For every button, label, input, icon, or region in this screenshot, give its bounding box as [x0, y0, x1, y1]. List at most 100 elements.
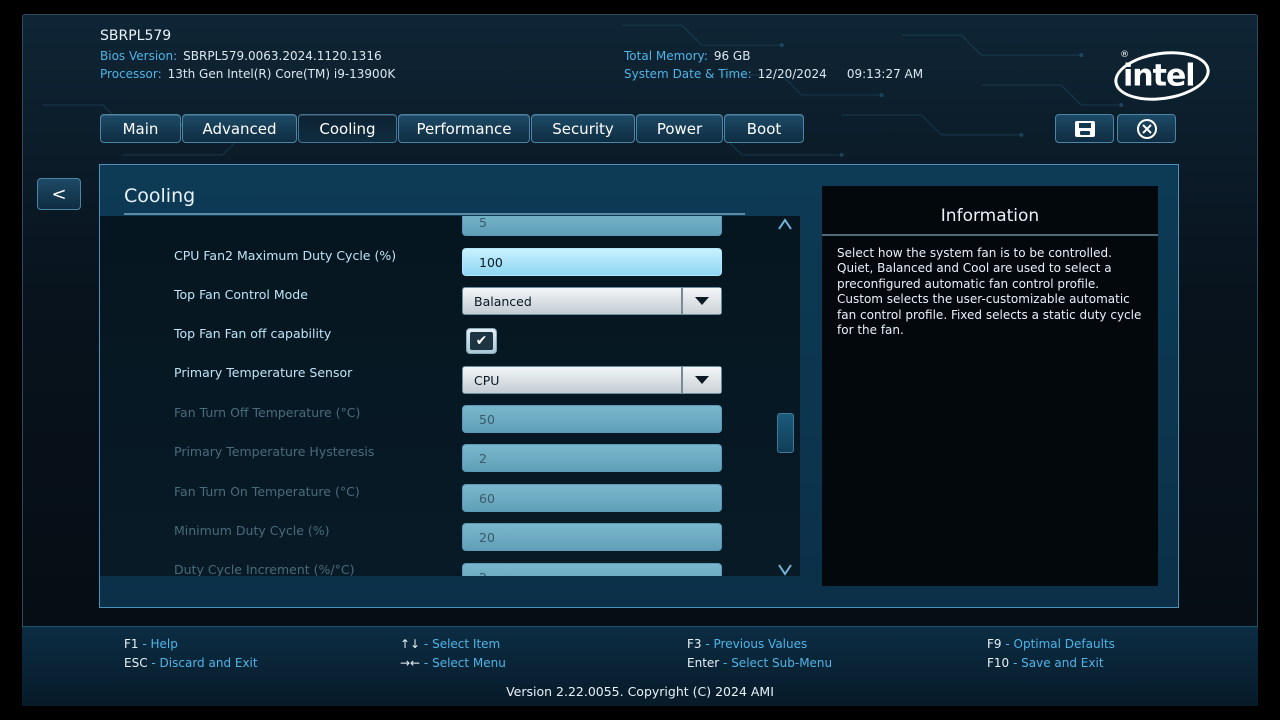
tab-main[interactable]: Main — [100, 114, 181, 143]
hotkey-f3: F3 - Previous Values — [687, 637, 807, 651]
chevron-up-icon — [778, 218, 792, 230]
processor-value: 13th Gen Intel(R) Core(TM) i9-13900K — [167, 67, 396, 81]
primary-temp-sensor-value: CPU — [474, 372, 500, 388]
hotkey-desc: Save and Exit — [1021, 656, 1104, 670]
title-divider — [124, 213, 745, 215]
cpu-fan2-max-duty-input[interactable]: 100 — [462, 248, 722, 276]
check-icon: ✔ — [470, 332, 493, 350]
scroll-up-arrow[interactable] — [778, 218, 792, 234]
hotkey-f10: F10 - Save and Exit — [987, 656, 1104, 670]
fan-turn-on-temp-input[interactable]: 60 — [462, 484, 722, 512]
memory-value: 96 GB — [713, 49, 751, 63]
circuit-background — [42, 24, 1124, 157]
hotkey-sep: - — [138, 637, 151, 651]
hotkey-key: →← — [400, 656, 421, 670]
bios-version-label: Bios Version: — [100, 49, 178, 63]
top-fan-control-mode-select[interactable]: Balanced — [462, 287, 722, 315]
hotkey-enter: Enter - Select Sub-Menu — [687, 656, 832, 670]
top-fan-off-capability-checkbox[interactable]: ✔ — [466, 328, 497, 354]
hotkey-key: F10 — [987, 656, 1010, 670]
hotkey-desc: Discard and Exit — [159, 656, 258, 670]
hotkey-left-right: →← - Select Menu — [400, 656, 506, 670]
hotkey-sep: - — [701, 637, 714, 651]
setting-label-cpu-fan2-max-duty: CPU Fan2 Maximum Duty Cycle (%) — [174, 248, 397, 263]
back-button[interactable]: < — [37, 178, 81, 210]
information-divider — [822, 234, 1158, 236]
exit-button[interactable] — [1117, 114, 1176, 143]
setting-label-top-fan-off-capability: Top Fan Fan off capability — [174, 326, 332, 341]
chevron-down-icon — [695, 297, 709, 305]
setting-label-fan-turn-off-temp: Fan Turn Off Temperature (°C) — [174, 405, 361, 420]
setting-label-top-fan-control-mode: Top Fan Control Mode — [174, 287, 308, 302]
hotkey-up-down: ↑↓ - Select Item — [400, 637, 500, 651]
hotkey-sep: - — [1009, 656, 1022, 670]
setting-label-primary-temp-hysteresis: Primary Temperature Hysteresis — [174, 444, 375, 459]
settings-list: 5 CPU Fan2 Maximum Duty Cycle (%) 100 To… — [100, 216, 800, 576]
primary-temp-sensor-select[interactable]: CPU — [462, 366, 722, 394]
hotkey-key: F3 — [687, 637, 702, 651]
datetime-label: System Date & Time: — [624, 67, 752, 81]
hotkey-desc: Select Sub-Menu — [731, 656, 833, 670]
system-datetime: System Date & Time: 12/20/2024 09:13:27 AM — [624, 67, 923, 81]
scroll-down-arrow[interactable] — [778, 564, 792, 580]
hotkey-desc: Optimal Defaults — [1013, 637, 1115, 651]
scrollbar-thumb[interactable] — [777, 413, 794, 453]
fan-turn-off-temp-input[interactable]: 50 — [462, 405, 722, 433]
hotkey-sep: - — [420, 656, 433, 670]
chevron-down-icon — [695, 376, 709, 384]
hotkey-f9: F9 - Optimal Defaults — [987, 637, 1115, 651]
hotkey-sep: - — [420, 637, 433, 651]
tab-cooling[interactable]: Cooling — [298, 114, 397, 143]
primary-temp-hysteresis-input[interactable]: 2 — [462, 444, 722, 472]
intel-logo-reg: ® — [1120, 50, 1129, 61]
hotkey-desc: Previous Values — [713, 637, 808, 651]
hotkey-sep: - — [147, 656, 160, 670]
bios-version: Bios Version: SBRPL579.0063.2024.1120.131… — [100, 49, 382, 63]
hotkey-esc: ESC - Discard and Exit — [124, 656, 258, 670]
tab-advanced[interactable]: Advanced — [182, 114, 297, 143]
setting-label-fan-turn-on-temp: Fan Turn On Temperature (°C) — [174, 484, 360, 499]
hotkey-key: F9 — [987, 637, 1002, 651]
information-pane: Information Select how the system fan is… — [822, 186, 1158, 586]
duty-cycle-increment-input[interactable]: 2 — [462, 563, 722, 576]
hotkey-key: ESC — [124, 656, 148, 670]
board-model: SBRPL579 — [100, 28, 172, 44]
hotkey-f1: F1 - Help — [124, 637, 178, 651]
chevron-down-icon — [778, 564, 792, 576]
bios-version-value: SBRPL579.0063.2024.1120.1316 — [183, 49, 382, 63]
minimum-duty-cycle-input[interactable]: 20 — [462, 523, 722, 551]
hotkey-key: ↑↓ — [400, 637, 421, 651]
total-memory: Total Memory: 96 GB — [624, 49, 750, 63]
hotkey-desc: Help — [150, 637, 178, 651]
page-title: Cooling — [124, 185, 196, 207]
tab-power[interactable]: Power — [636, 114, 723, 143]
hotkey-sep: - — [719, 656, 732, 670]
version-copyright: Version 2.22.0055. Copyright (C) 2024 AM… — [506, 684, 774, 699]
time-value: 09:13:27 AM — [846, 67, 924, 81]
hotkey-desc: Select Menu — [432, 656, 506, 670]
setting-label-minimum-duty-cycle: Minimum Duty Cycle (%) — [174, 523, 330, 538]
information-text: Select how the system fan is to be contr… — [837, 246, 1142, 338]
setting-label-duty-cycle-increment: Duty Cycle Increment (%/°C) — [174, 562, 355, 576]
intel-logo-text: intel — [1122, 58, 1195, 94]
save-button[interactable] — [1055, 114, 1114, 143]
tab-performance[interactable]: Performance — [398, 114, 530, 143]
processor-info: Processor: 13th Gen Intel(R) Core(TM) i9-… — [100, 67, 395, 81]
processor-label: Processor: — [100, 67, 162, 81]
hotkey-key: F1 — [124, 637, 139, 651]
dropdown-button[interactable] — [681, 367, 721, 393]
save-icon — [1074, 120, 1095, 137]
close-circle-icon — [1136, 118, 1157, 139]
setting-label-primary-temp-sensor: Primary Temperature Sensor — [174, 365, 353, 380]
top-fan-control-mode-value: Balanced — [474, 293, 532, 309]
hotkey-desc: Select Item — [432, 637, 501, 651]
memory-label: Total Memory: — [624, 49, 708, 63]
date-value: 12/20/2024 — [757, 67, 827, 81]
setting-field-partial-top[interactable]: 5 — [462, 216, 722, 236]
hotkey-key: Enter — [687, 656, 720, 670]
tab-security[interactable]: Security — [531, 114, 635, 143]
tab-boot[interactable]: Boot — [724, 114, 804, 143]
hotkey-sep: - — [1001, 637, 1014, 651]
dropdown-button[interactable] — [681, 288, 721, 314]
information-title: Information — [940, 206, 1040, 226]
